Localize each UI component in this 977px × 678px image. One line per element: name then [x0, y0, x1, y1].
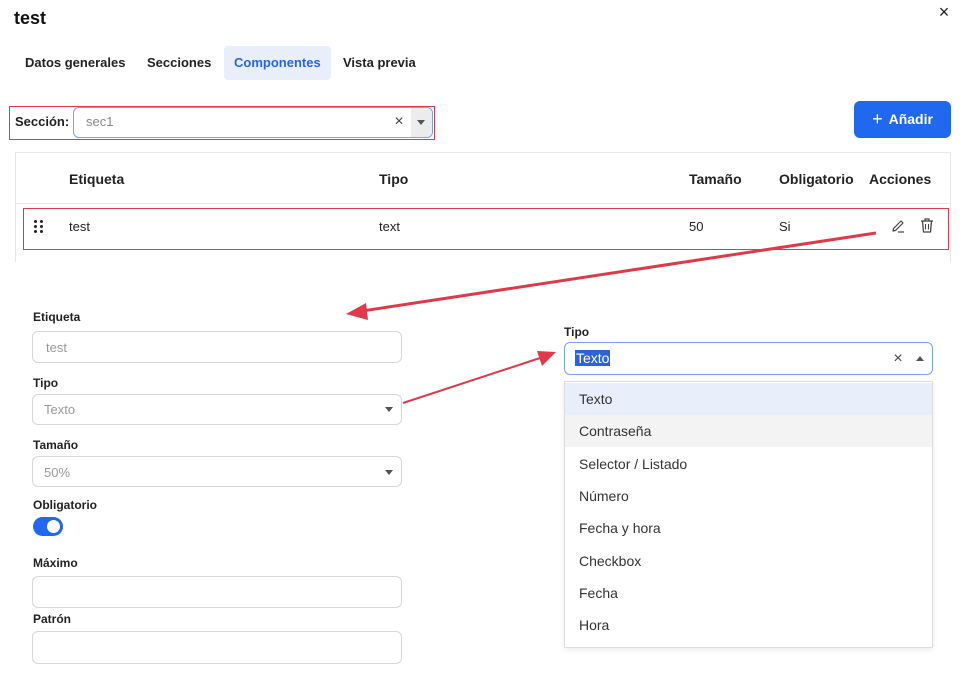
- cell-tipo: text: [379, 219, 400, 234]
- section-select[interactable]: [73, 107, 433, 138]
- column-header-tamano: Tamaño: [689, 171, 742, 187]
- drag-handle-icon[interactable]: [34, 220, 44, 234]
- tab-datos-generales[interactable]: Datos generales: [15, 46, 135, 80]
- annotation-arrowhead: [346, 303, 368, 320]
- annotation-arrowhead: [537, 351, 556, 366]
- tamano-select[interactable]: [32, 456, 402, 487]
- chevron-down-icon: [385, 470, 393, 475]
- cell-tamano: 50: [689, 219, 704, 234]
- option-numero[interactable]: Número: [565, 480, 932, 512]
- maximo-label: Máximo: [33, 556, 78, 570]
- obligatorio-toggle[interactable]: [33, 517, 63, 536]
- chevron-down-icon: [385, 407, 393, 412]
- column-header-obligatorio: Obligatorio: [779, 171, 854, 187]
- etiqueta-input[interactable]: [32, 331, 402, 363]
- add-button[interactable]: + Añadir: [854, 101, 951, 138]
- chevron-up-icon[interactable]: [916, 356, 924, 361]
- trash-icon[interactable]: [919, 217, 935, 234]
- etiqueta-value: test: [46, 340, 67, 355]
- tipo-dropdown-value[interactable]: Texto: [575, 350, 611, 366]
- tab-vista-previa[interactable]: Vista previa: [333, 46, 426, 80]
- column-header-acciones: Acciones: [869, 171, 932, 187]
- annotation-arrow-tipo: [402, 357, 541, 404]
- column-header-tipo: Tipo: [379, 171, 409, 187]
- option-checkbox[interactable]: Checkbox: [565, 545, 932, 577]
- clear-icon[interactable]: ×: [889, 347, 907, 371]
- edit-icon[interactable]: [890, 218, 906, 234]
- tipo-label: Tipo: [33, 376, 59, 390]
- section-value: sec1: [86, 114, 114, 129]
- table-row[interactable]: [23, 208, 949, 250]
- close-icon[interactable]: ×: [934, 2, 954, 22]
- maximo-input[interactable]: [32, 576, 402, 608]
- section-dropdown-toggle[interactable]: [411, 108, 432, 137]
- option-texto[interactable]: Texto: [565, 383, 932, 415]
- tipo-dropdown-label: Tipo: [564, 325, 590, 339]
- header-divider: [16, 203, 950, 204]
- tamano-label: Tamaño: [33, 438, 79, 452]
- cell-obligatorio: Si: [779, 219, 791, 234]
- cell-etiqueta: test: [69, 219, 90, 234]
- option-hora[interactable]: Hora: [565, 609, 932, 641]
- column-header-etiqueta: Etiqueta: [69, 171, 125, 187]
- patron-label: Patrón: [33, 612, 72, 626]
- clear-icon[interactable]: ×: [390, 110, 408, 134]
- option-fecha[interactable]: Fecha: [565, 577, 932, 609]
- patron-input[interactable]: [32, 631, 402, 664]
- tab-componentes[interactable]: Componentes: [224, 46, 331, 80]
- option-contrasena[interactable]: Contraseña: [565, 415, 932, 447]
- section-label: Sección:: [15, 114, 70, 129]
- tipo-options-list: Texto Contraseña Selector / Listado Núme…: [564, 381, 933, 648]
- obligatorio-label: Obligatorio: [33, 498, 97, 512]
- option-selector-listado[interactable]: Selector / Listado: [565, 448, 932, 480]
- tamano-value: 50%: [44, 465, 71, 480]
- dialog-title: test: [14, 8, 47, 28]
- option-fecha-y-hora[interactable]: Fecha y hora: [565, 512, 932, 544]
- tab-secciones[interactable]: Secciones: [137, 46, 221, 80]
- etiqueta-label: Etiqueta: [33, 310, 81, 324]
- tipo-value: Texto: [44, 402, 76, 417]
- tipo-dropdown-select[interactable]: [564, 342, 933, 375]
- tipo-select[interactable]: [32, 394, 402, 425]
- add-button-label: Añadir: [888, 111, 933, 127]
- chevron-down-icon: [417, 120, 425, 125]
- plus-icon: +: [872, 109, 883, 129]
